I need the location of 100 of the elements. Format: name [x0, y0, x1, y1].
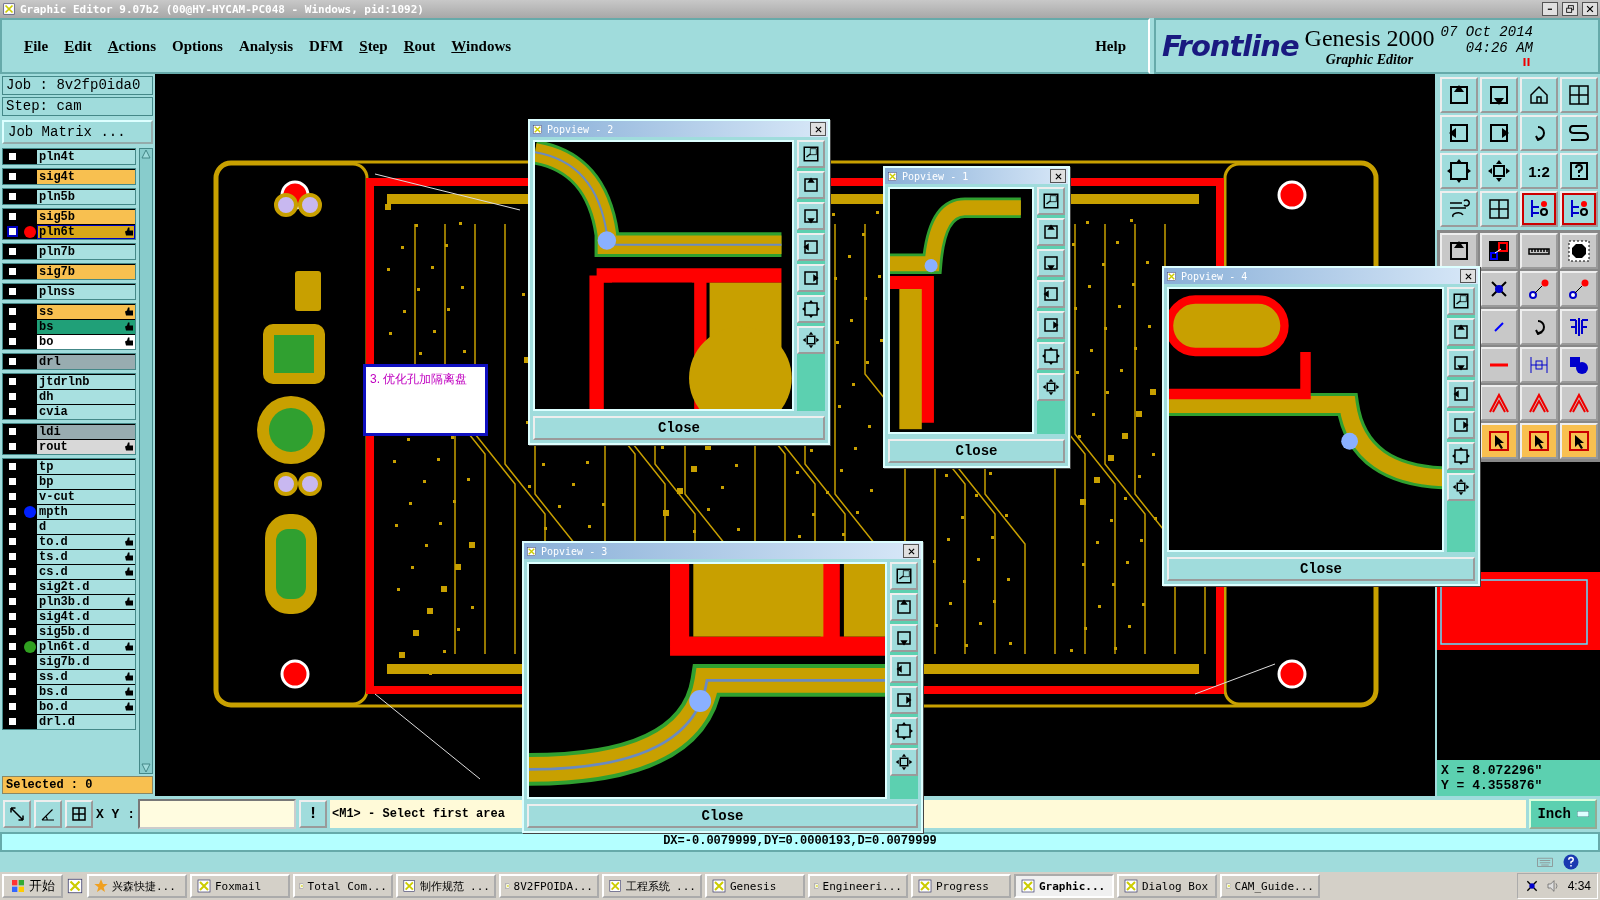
unit-button[interactable]: Inch: [1529, 799, 1597, 829]
layer-checkbox[interactable]: [7, 641, 18, 652]
tool-button[interactable]: [1480, 271, 1518, 307]
layer-row[interactable]: pln6t: [37, 224, 135, 239]
tool-button[interactable]: [1447, 380, 1475, 408]
tool-button[interactable]: [1037, 187, 1065, 215]
layer-row[interactable]: ss: [37, 304, 135, 319]
layer-checkbox[interactable]: [7, 461, 18, 472]
taskbar-button[interactable]: Progress: [911, 874, 1011, 898]
menu-item[interactable]: Analysis: [230, 35, 302, 57]
tool-button[interactable]: [890, 624, 918, 652]
tool-button[interactable]: [1560, 309, 1598, 345]
exclaim-button[interactable]: !: [299, 800, 327, 828]
layer-checkbox[interactable]: [7, 521, 18, 532]
layer-checkbox[interactable]: [7, 376, 18, 387]
tool-button[interactable]: [1480, 77, 1518, 113]
minimize-button[interactable]: [1542, 2, 1558, 16]
layer-checkbox[interactable]: [7, 536, 18, 547]
taskbar-button[interactable]: Engineeri...: [808, 874, 908, 898]
tool-button[interactable]: [65, 800, 93, 828]
layer-checkbox[interactable]: [7, 566, 18, 577]
tool-button[interactable]: [890, 593, 918, 621]
xy-input-field[interactable]: [138, 799, 296, 829]
tool-button[interactable]: [797, 202, 825, 230]
menu-item[interactable]: Rout: [395, 35, 444, 57]
layer-row[interactable]: pln4t: [37, 149, 135, 164]
taskbar-button[interactable]: Dialog Box: [1117, 874, 1217, 898]
taskbar-button[interactable]: CAM_Guide...: [1220, 874, 1320, 898]
layer-row[interactable]: pln7b: [37, 244, 135, 259]
layer-checkbox[interactable]: [7, 716, 18, 727]
tool-button[interactable]: [797, 171, 825, 199]
layer-checkbox[interactable]: [7, 306, 18, 317]
tool-button[interactable]: [1447, 287, 1475, 315]
layer-row[interactable]: drl.d: [37, 714, 135, 729]
tool-button[interactable]: [1447, 318, 1475, 346]
menu-item[interactable]: Windows: [443, 35, 520, 57]
layer-row[interactable]: bo: [37, 334, 135, 349]
tool-button[interactable]: [1560, 115, 1598, 151]
tool-button[interactable]: [1037, 280, 1065, 308]
tool-button[interactable]: [797, 264, 825, 292]
close-button[interactable]: [810, 122, 826, 136]
tool-button[interactable]: [1560, 347, 1598, 383]
layer-row[interactable]: bp: [37, 474, 135, 489]
taskbar-button[interactable]: Foxmail: [190, 874, 290, 898]
tool-button[interactable]: [797, 295, 825, 323]
menu-item[interactable]: Options: [164, 35, 231, 57]
tool-button[interactable]: [1440, 77, 1478, 113]
tool-button[interactable]: [1037, 218, 1065, 246]
layer-checkbox[interactable]: [7, 356, 18, 367]
layer-checkbox[interactable]: [7, 226, 18, 237]
layer-row[interactable]: sig7b.d: [37, 654, 135, 669]
taskbar-button[interactable]: 制作规范 ...: [396, 874, 496, 898]
tool-button[interactable]: [1480, 191, 1518, 227]
layer-row[interactable]: jtdrlnb: [37, 374, 135, 389]
layer-row[interactable]: sig2t.d: [37, 579, 135, 594]
close-button[interactable]: Close: [527, 804, 918, 828]
menu-item[interactable]: DFM: [301, 35, 352, 57]
layer-checkbox[interactable]: [7, 391, 18, 402]
tool-button[interactable]: 1:2: [1520, 153, 1558, 189]
close-button[interactable]: [903, 544, 919, 558]
layer-checkbox[interactable]: [7, 286, 18, 297]
layer-row[interactable]: mpth: [37, 504, 135, 519]
layer-checkbox[interactable]: [7, 596, 18, 607]
layer-row[interactable]: rout: [37, 439, 135, 454]
tool-button[interactable]: [1520, 423, 1558, 459]
layer-row[interactable]: cs.d: [37, 564, 135, 579]
tool-button[interactable]: [1480, 115, 1518, 151]
layer-row[interactable]: v-cut: [37, 489, 135, 504]
layer-checkbox[interactable]: [7, 476, 18, 487]
tool-button[interactable]: [1440, 233, 1478, 269]
layer-checkbox[interactable]: [7, 506, 18, 517]
tool-button[interactable]: [1480, 423, 1518, 459]
layer-checkbox[interactable]: [7, 491, 18, 502]
tool-button[interactable]: [797, 326, 825, 354]
tool-button[interactable]: [1480, 153, 1518, 189]
layer-checkbox[interactable]: [7, 151, 18, 162]
close-button[interactable]: [1050, 169, 1066, 183]
layer-row[interactable]: drl: [37, 354, 135, 369]
layer-row[interactable]: to.d: [37, 534, 135, 549]
tool-button[interactable]: [890, 562, 918, 590]
menu-item[interactable]: Actions: [99, 35, 165, 57]
layer-checkbox[interactable]: [7, 246, 18, 257]
layer-row[interactable]: pln5b: [37, 189, 135, 204]
tool-button[interactable]: [890, 717, 918, 745]
tool-button[interactable]: [1560, 423, 1598, 459]
layer-checkbox[interactable]: [7, 671, 18, 682]
tool-button[interactable]: [1560, 233, 1598, 269]
layer-row[interactable]: sig5b.d: [37, 624, 135, 639]
taskbar-button[interactable]: 工程系统 ...: [602, 874, 702, 898]
tool-button[interactable]: [1480, 233, 1518, 269]
layer-checkbox[interactable]: [7, 686, 18, 697]
start-button[interactable]: 开始: [2, 874, 63, 898]
taskbar-button[interactable]: 8V2FPOIDA...: [499, 874, 599, 898]
layer-checkbox[interactable]: [7, 211, 18, 222]
layer-checkbox[interactable]: [7, 336, 18, 347]
layer-checkbox[interactable]: [7, 441, 18, 452]
tool-button[interactable]: [1037, 373, 1065, 401]
layer-row[interactable]: sig4t.d: [37, 609, 135, 624]
tool-button[interactable]: [1520, 309, 1558, 345]
menu-item[interactable]: Edit: [56, 35, 100, 57]
